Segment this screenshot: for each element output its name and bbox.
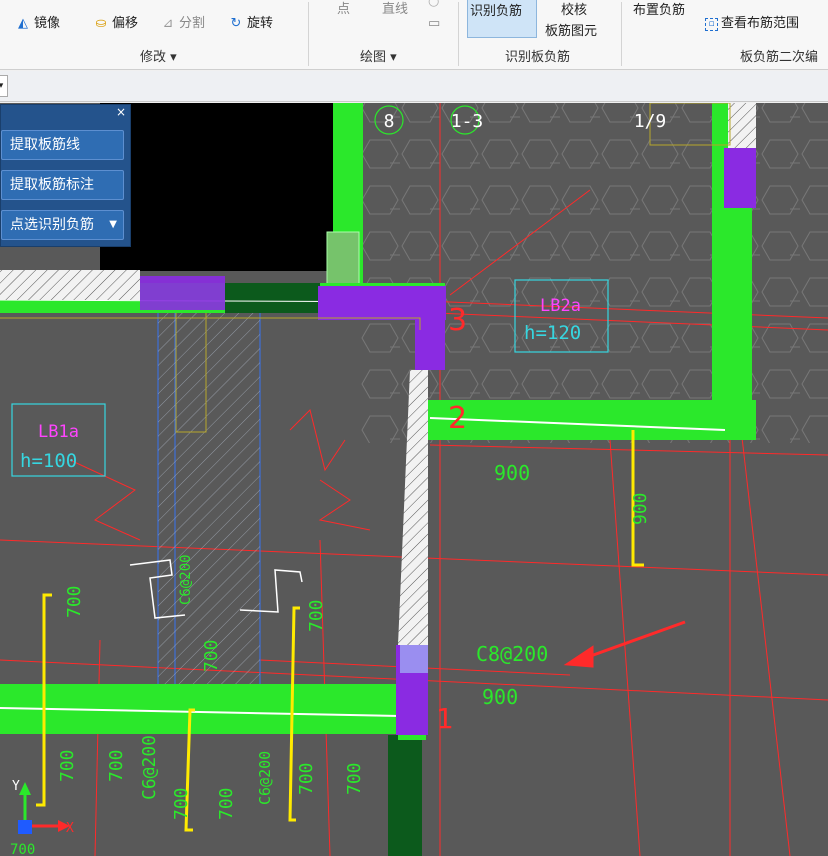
check-button[interactable]: 校核 xyxy=(561,1,587,21)
rebar-identify-panel: × 提取板筋线 提取板筋标注 点选识别负筋 ▼ xyxy=(0,104,131,247)
sub-toolbar: ▾ xyxy=(0,71,828,102)
dimension-label: 700 xyxy=(106,749,127,782)
draw-group-label[interactable]: 绘图 ▾ xyxy=(360,46,397,65)
rebar-label: C8@200 xyxy=(476,642,548,666)
dimension-label: 700 xyxy=(216,787,237,820)
axis-label: 8 xyxy=(384,111,395,132)
slab-name: LB2a xyxy=(540,296,581,316)
identify-rebar-label: 识别负筋 xyxy=(470,4,523,19)
slab-thickness: h=100 xyxy=(20,450,77,472)
axis-label: 1/9 xyxy=(634,111,667,132)
ribbon-divider xyxy=(621,2,622,66)
rebar-label: C6@200 xyxy=(178,554,194,605)
view-range-button[interactable]: ▫ 查看布筋范围 xyxy=(705,14,799,34)
column xyxy=(400,645,428,673)
dimension-label: 900 xyxy=(630,492,651,525)
handwritten-mark: 1 xyxy=(436,702,454,735)
dimension-label: 700 xyxy=(171,787,192,820)
rebar-hatch xyxy=(158,310,260,690)
dimension-label: 700 xyxy=(296,762,317,795)
slab-name: LB1a xyxy=(38,422,79,442)
close-icon[interactable]: × xyxy=(116,105,126,119)
chevron-down-icon[interactable]: ▾ xyxy=(0,75,8,97)
red-arrow-annotation xyxy=(563,620,686,668)
chevron-down-icon[interactable]: ▼ xyxy=(109,211,117,239)
rebar-label: C6@200 xyxy=(139,735,160,800)
extract-rebar-lines-button[interactable]: 提取板筋线 xyxy=(1,130,124,160)
ucs-x-label: X xyxy=(66,821,74,836)
circle-icon[interactable]: ○ xyxy=(428,0,439,9)
rotate-button[interactable]: ↻ 旋转 xyxy=(228,14,273,34)
rebar-lines xyxy=(36,430,644,832)
dimension-label: 900 xyxy=(494,461,530,485)
slab-hatch-region xyxy=(360,103,828,443)
offset-button[interactable]: ⛀ 偏移 xyxy=(93,14,138,34)
place-rebar-button[interactable]: 布置负筋 xyxy=(633,1,685,21)
identify-group-label: 识别板负筋 xyxy=(505,50,571,65)
dimension-label: 900 xyxy=(482,685,518,709)
mirror-button[interactable]: ◭ 镜像 xyxy=(15,14,60,34)
ribbon-toolbar: ◭ 镜像 ⛀ 偏移 ⊿ 分割 ↻ 旋转 修改 ▾ 点 直线 ▭ ○ 绘图 ▾ 识… xyxy=(0,0,828,70)
slab-thickness: h=120 xyxy=(524,322,581,344)
void-region xyxy=(100,103,333,271)
line-button[interactable]: 直线 xyxy=(382,0,408,20)
axis-label: 1-3 xyxy=(451,111,484,132)
ribbon-divider xyxy=(308,2,309,66)
extract-rebar-labels-button[interactable]: 提取板筋标注 xyxy=(1,170,124,200)
mirror-icon: ◭ xyxy=(18,16,28,31)
ucs-y-label: Y xyxy=(12,779,20,794)
modify-group-label[interactable]: 修改 ▾ xyxy=(140,46,177,65)
split-icon: ⊿ xyxy=(162,16,174,31)
handwritten-mark: 2 xyxy=(448,401,467,436)
ribbon-divider xyxy=(458,2,459,66)
pick-identify-rebar-button[interactable]: 点选识别负筋 ▼ xyxy=(1,210,124,240)
range-icon: ▫ xyxy=(705,17,718,31)
point-button[interactable]: 点 xyxy=(337,0,350,20)
dimension-label: 700 xyxy=(57,749,78,782)
rebar-element-button[interactable]: 板筋图元 xyxy=(545,22,597,42)
offset-icon: ⛀ xyxy=(95,16,107,31)
hatched-wall xyxy=(728,103,756,148)
dimension-label: 700 xyxy=(201,639,222,672)
secondary-group-label: 板负筋二次编 xyxy=(740,50,819,65)
dimension-label: 700 xyxy=(344,762,365,795)
rotate-icon: ↻ xyxy=(230,16,242,31)
split-button[interactable]: ⊿ 分割 xyxy=(160,14,205,34)
hatched-wall xyxy=(0,270,140,300)
dimension-label: 700 xyxy=(10,842,35,856)
rectangle-icon[interactable]: ▭ xyxy=(428,16,440,31)
handwritten-mark: 3 xyxy=(448,303,467,338)
dimension-label: 700 xyxy=(306,599,327,632)
rebar-label: C6@200 xyxy=(256,751,274,805)
dimension-label: 700 xyxy=(64,585,85,618)
